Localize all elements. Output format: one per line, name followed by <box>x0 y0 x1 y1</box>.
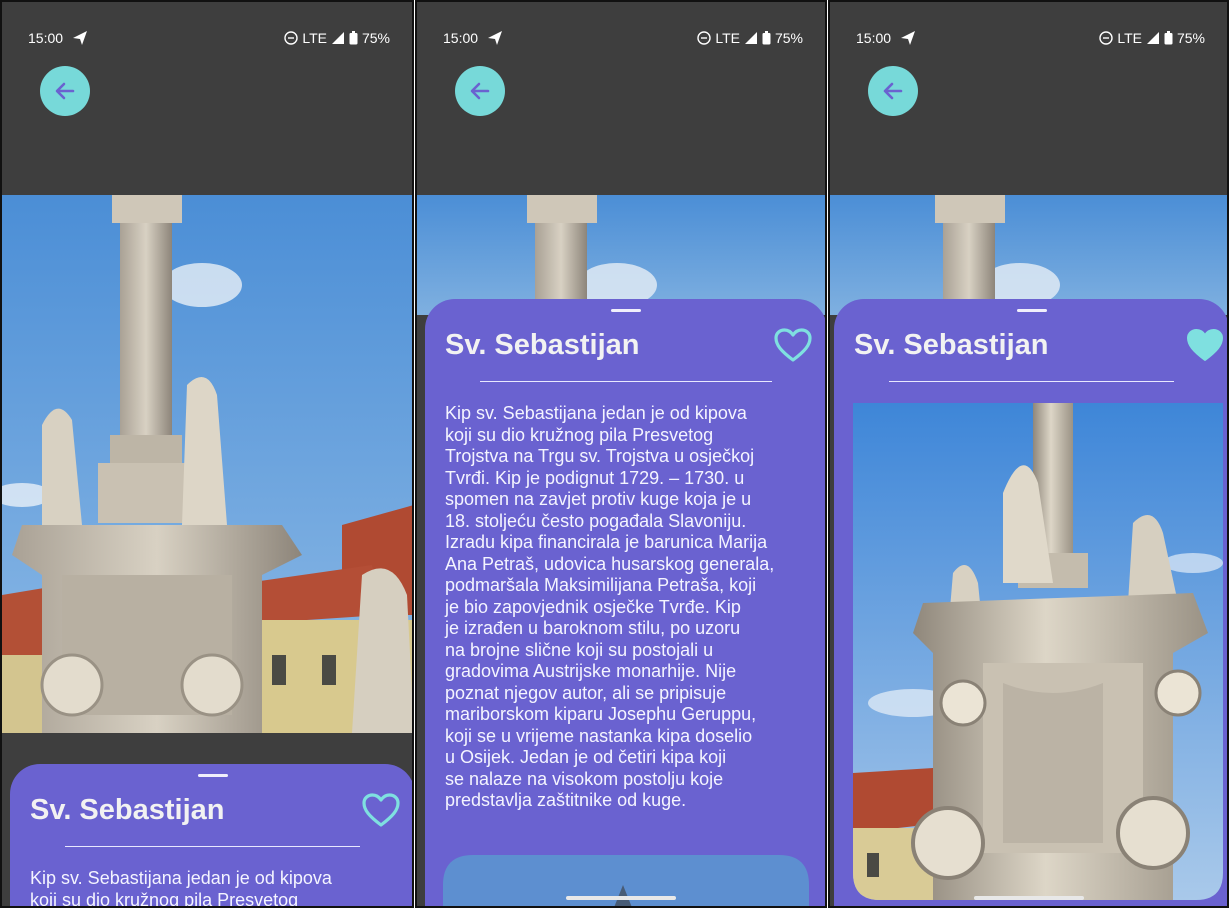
drag-handle[interactable] <box>1016 309 1047 312</box>
battery-icon <box>762 31 771 45</box>
status-right: LTE 75% <box>697 30 803 46</box>
signal-icon <box>331 32 344 44</box>
network-type: LTE <box>302 30 327 46</box>
battery-icon <box>1164 31 1173 45</box>
arrow-left-icon <box>55 82 75 100</box>
status-bar: 15:00 LTE 75% <box>830 2 1227 66</box>
info-sheet[interactable]: Sv. Sebastijan Kip sv. Sebastijana jedan… <box>10 764 412 908</box>
back-button[interactable] <box>40 66 90 116</box>
back-button[interactable] <box>868 66 918 116</box>
network-type: LTE <box>1117 30 1142 46</box>
battery-level: 75% <box>1176 30 1205 46</box>
battery-level: 75% <box>774 30 803 46</box>
signal-icon <box>744 32 757 44</box>
status-right: LTE 75% <box>284 30 390 46</box>
info-sheet[interactable]: Sv. Sebastijan Kip sv. Sebastijana jedan… <box>425 299 825 908</box>
description-text: Kip sv. Sebastijana jedan je od kipova k… <box>445 403 775 810</box>
battery-icon <box>349 31 358 45</box>
landmark-title: Sv. Sebastijan <box>854 329 1049 361</box>
phone-screen-expanded: 15:00 LTE 75% Sv. Sebastijan Kip sv. Seb… <box>415 0 827 908</box>
heart-filled-icon[interactable] <box>1185 327 1225 363</box>
drag-handle[interactable] <box>197 774 228 777</box>
status-bar: 15:00 LTE 75% <box>417 2 825 66</box>
status-time: 15:00 <box>856 30 892 46</box>
info-sheet[interactable]: Sv. Sebastijan <box>834 299 1227 906</box>
gallery-photo-preview[interactable] <box>443 855 809 908</box>
gesture-navigation-bar[interactable] <box>973 896 1084 900</box>
battery-level: 75% <box>361 30 390 46</box>
navigation-arrow-icon <box>901 31 915 45</box>
phone-screen-collapsed: 15:00 LTE 75% Sv. Sebastijan Kip sv. Seb… <box>0 0 414 908</box>
navigation-arrow-icon <box>488 31 502 45</box>
landmark-title: Sv. Sebastijan <box>445 329 640 361</box>
status-time: 15:00 <box>443 30 479 46</box>
heart-outline-icon[interactable] <box>361 792 401 828</box>
gesture-navigation-bar[interactable] <box>566 896 676 900</box>
navigation-arrow-icon <box>73 31 87 45</box>
landmark-title: Sv. Sebastijan <box>30 794 225 826</box>
arrow-left-icon <box>470 82 490 100</box>
title-divider <box>889 381 1174 382</box>
landmark-photo <box>417 195 825 315</box>
do-not-disturb-icon <box>697 31 712 45</box>
status-time: 15:00 <box>28 30 64 46</box>
title-divider <box>480 381 772 382</box>
phone-screen-favorited: 15:00 LTE 75% Sv. Sebastijan <box>828 0 1229 908</box>
gallery-photo[interactable] <box>853 403 1223 900</box>
arrow-left-icon <box>883 82 903 100</box>
network-type: LTE <box>715 30 740 46</box>
status-bar: 15:00 LTE 75% <box>2 2 412 66</box>
drag-handle[interactable] <box>611 309 641 312</box>
landmark-photo <box>2 195 412 733</box>
back-button[interactable] <box>455 66 505 116</box>
title-divider <box>65 846 360 847</box>
do-not-disturb-icon <box>284 31 299 45</box>
landmark-photo <box>830 195 1227 315</box>
heart-outline-icon[interactable] <box>773 327 813 363</box>
status-right: LTE 75% <box>1099 30 1205 46</box>
description-preview: Kip sv. Sebastijana jedan je od kipova k… <box>30 868 332 908</box>
signal-icon <box>1146 32 1159 44</box>
do-not-disturb-icon <box>1099 31 1114 45</box>
